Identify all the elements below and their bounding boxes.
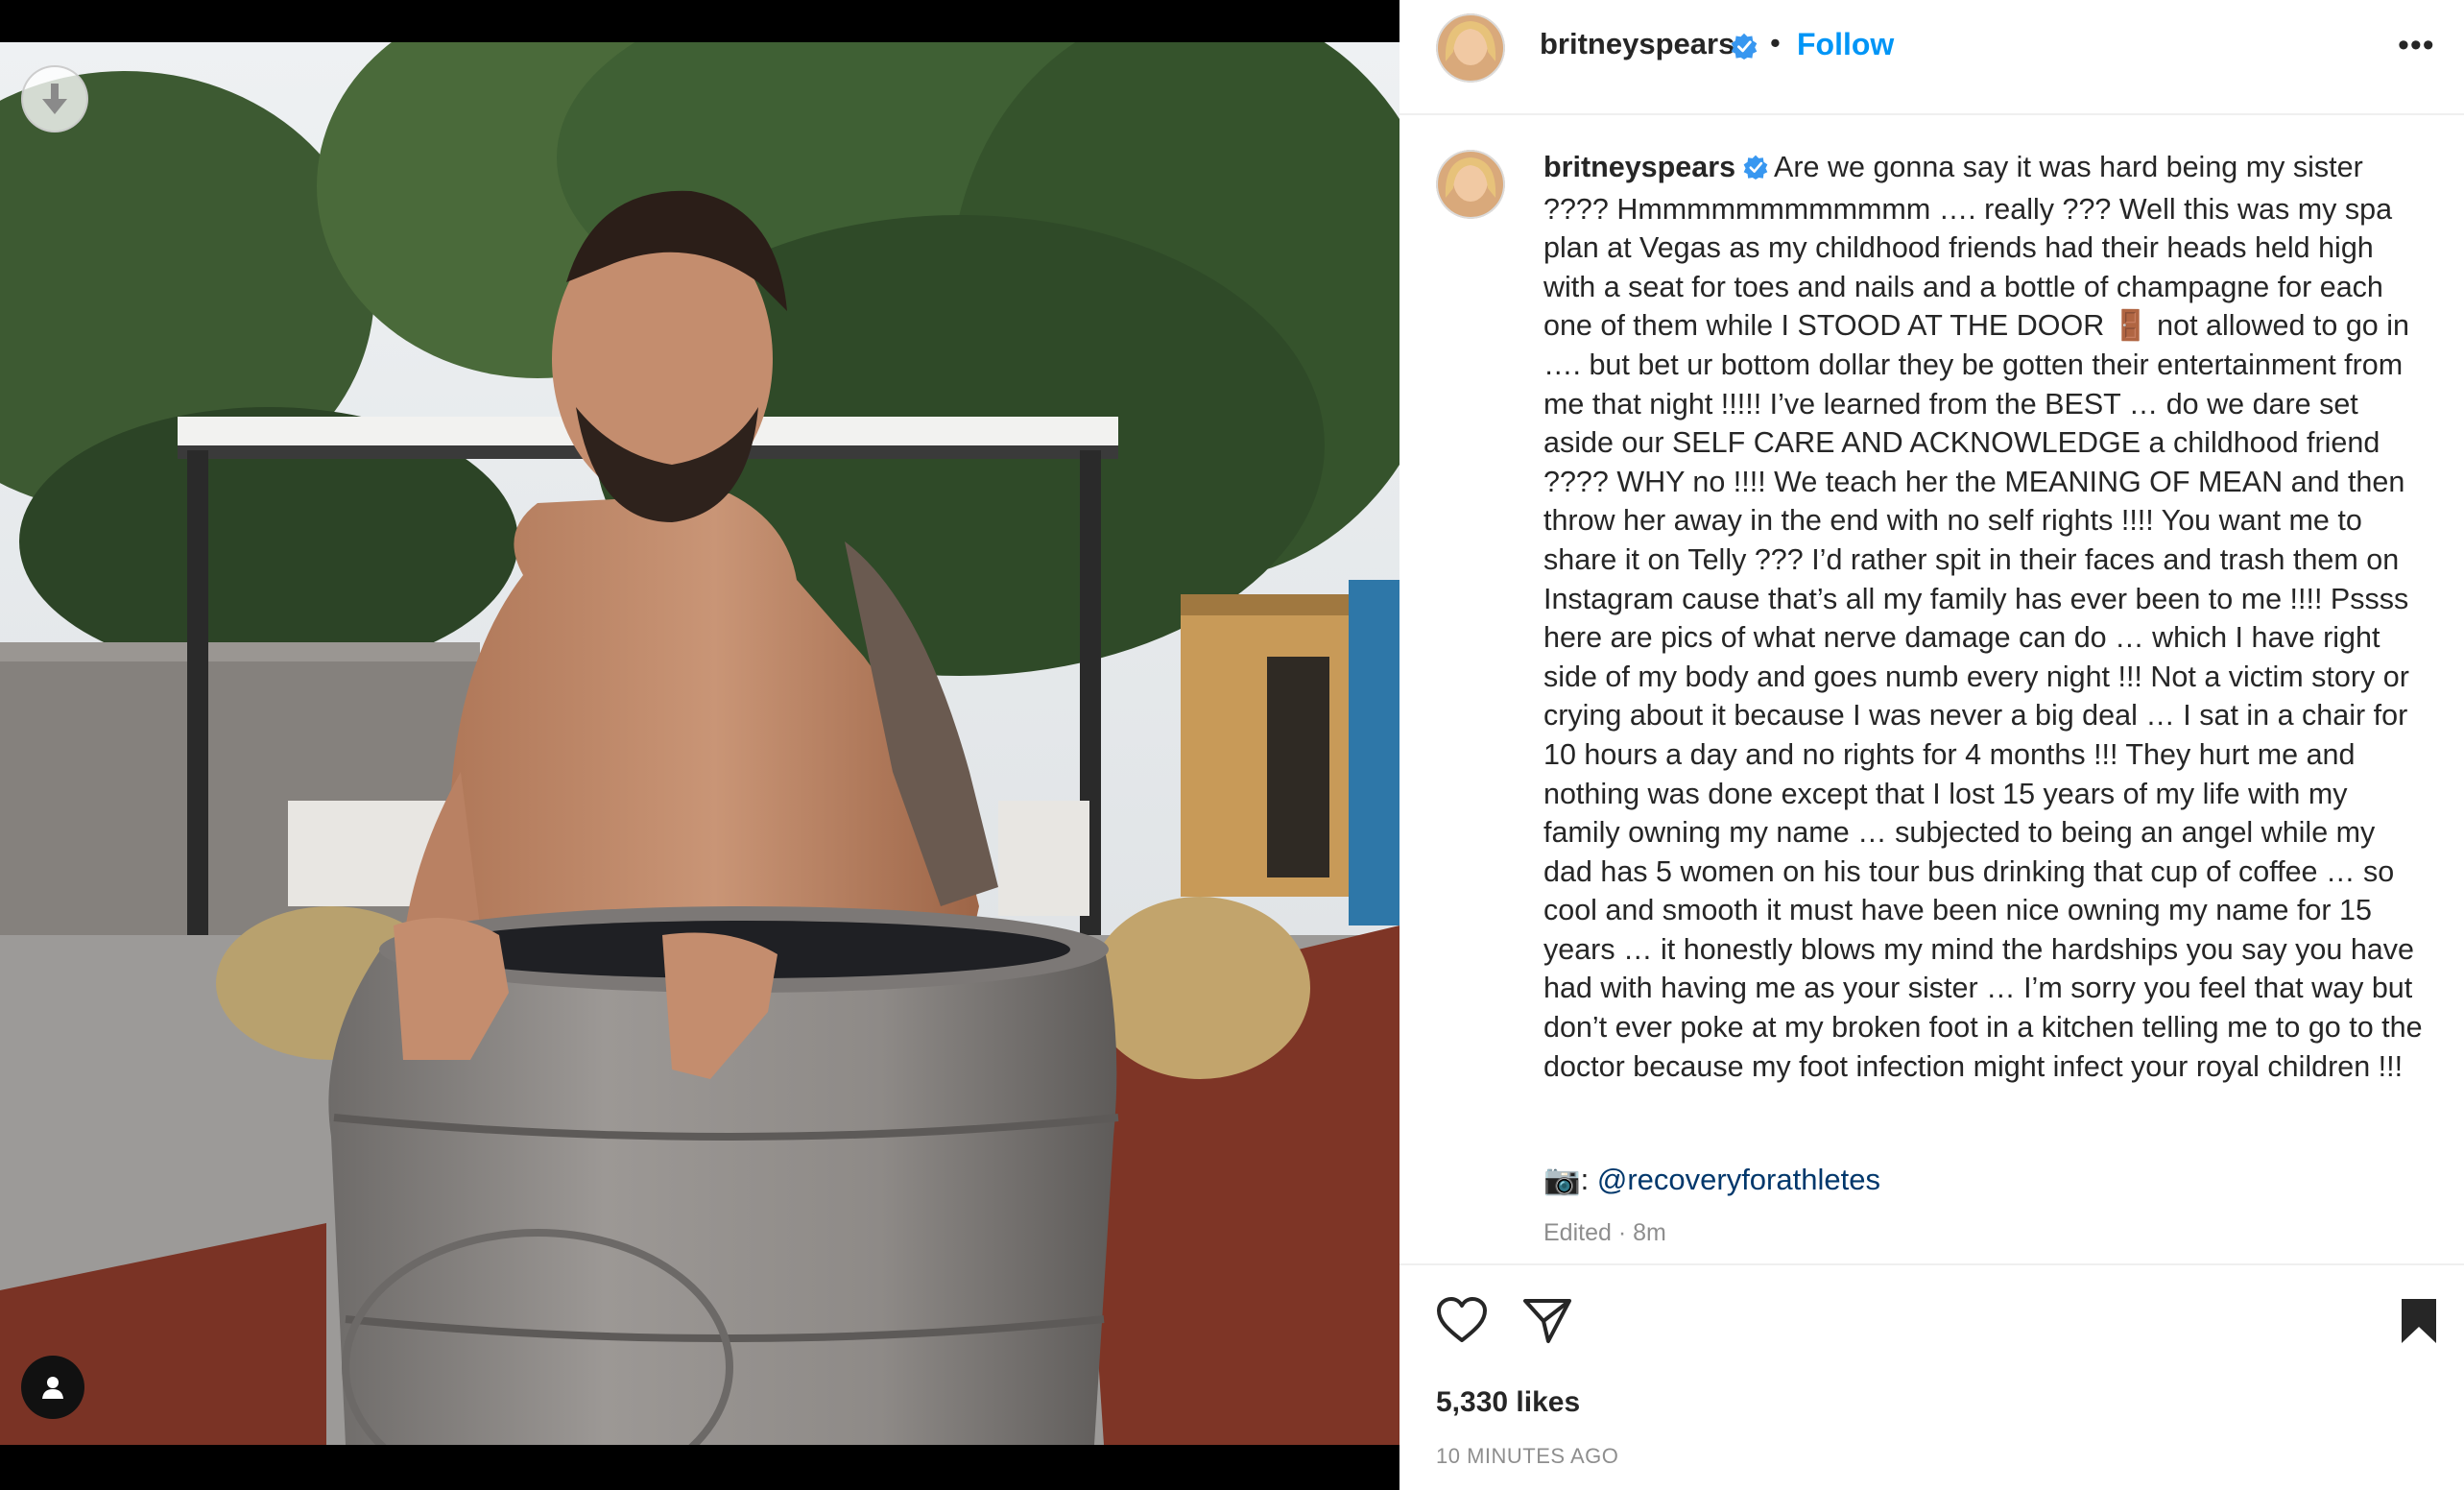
- post-author-username[interactable]: britneyspears: [1540, 27, 1734, 61]
- credit-handle-link[interactable]: @recoveryforathletes: [1597, 1163, 1880, 1196]
- heart-icon[interactable]: [1436, 1296, 1488, 1349]
- credit-separator: :: [1580, 1163, 1590, 1196]
- bookmark-icon[interactable]: [2398, 1296, 2440, 1351]
- user-tag-icon: [42, 1377, 63, 1399]
- post-caption: britneyspears Are we gonna say it was har…: [1543, 148, 2427, 1086]
- likes-count[interactable]: 5,330 likes: [1436, 1386, 1580, 1419]
- post-actions: 5,330 likes 10 MINUTES AGO: [1399, 1265, 2464, 1490]
- camera-icon: 📷: [1543, 1163, 1581, 1196]
- verified-badge-icon: [1743, 151, 1768, 190]
- photo-credit: 📷: @recoveryforathletes: [1543, 1162, 1880, 1197]
- tagged-users-button[interactable]: [21, 1356, 84, 1419]
- paper-plane-icon[interactable]: [1522, 1296, 1572, 1349]
- caption-username[interactable]: britneyspears: [1543, 151, 1735, 183]
- download-button[interactable]: [21, 65, 88, 132]
- post-timestamp: 10 MINUTES AGO: [1436, 1444, 1619, 1468]
- profile-picture: [1436, 13, 1505, 83]
- post-media: [0, 0, 1399, 1490]
- follow-button[interactable]: Follow: [1797, 27, 1894, 62]
- avatar[interactable]: [1436, 13, 1505, 83]
- more-options-icon[interactable]: •••: [2398, 29, 2435, 61]
- post-header: britneyspears • Follow •••: [1399, 0, 2464, 115]
- post-side-panel: britneyspears • Follow ••• britneyspears…: [1399, 0, 2464, 1490]
- profile-picture: [1436, 150, 1505, 219]
- edited-timestamp: Edited · 8m: [1543, 1219, 1666, 1246]
- header-separator: •: [1770, 26, 1781, 60]
- post-photo[interactable]: [0, 42, 1399, 1445]
- download-arrow-icon: [42, 84, 67, 114]
- caption-avatar[interactable]: [1436, 150, 1505, 219]
- verified-badge-icon: [1731, 33, 1758, 64]
- caption-text: Are we gonna say it was hard being my si…: [1543, 151, 2423, 1083]
- caption-section: britneyspears Are we gonna say it was har…: [1399, 115, 2464, 1265]
